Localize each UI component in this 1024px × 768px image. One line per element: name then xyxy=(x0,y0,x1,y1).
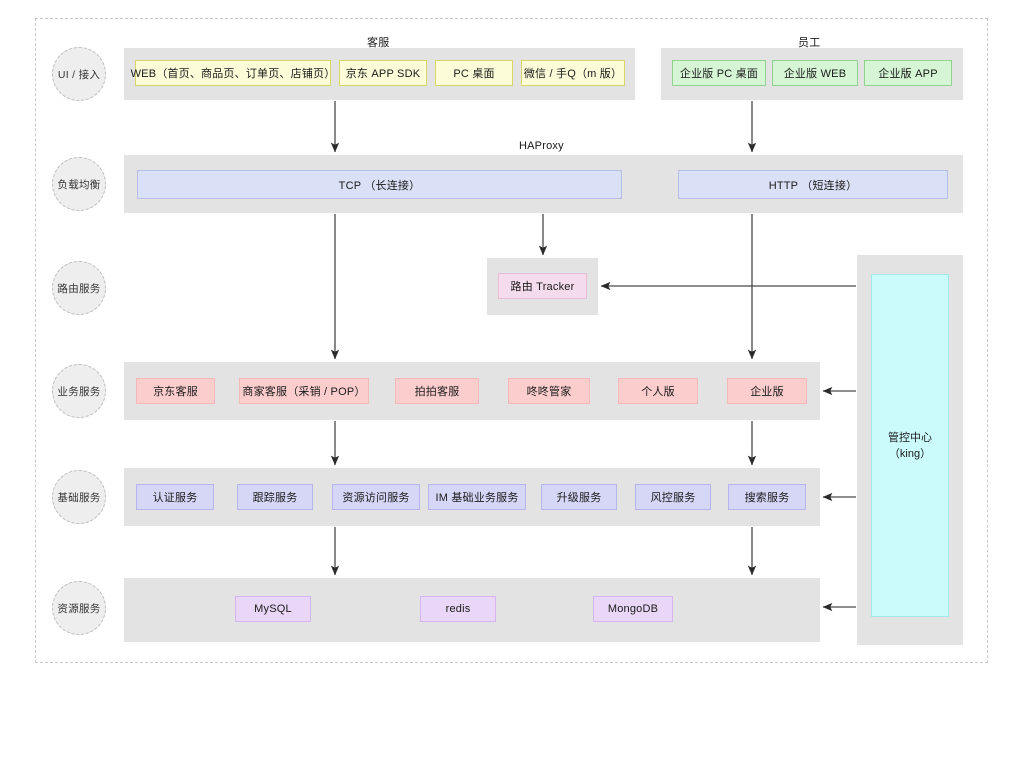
ui-node-enterprise-web[interactable]: 企业版 WEB xyxy=(772,60,858,86)
business-node-paipai-service[interactable]: 拍拍客服 xyxy=(395,378,479,404)
haproxy-label: HAProxy xyxy=(519,140,564,152)
layer-label-lb: 负载均衡 xyxy=(57,178,101,191)
resource-node-mysql[interactable]: MySQL xyxy=(235,596,311,622)
layer-circle-ui: UI / 接入 xyxy=(52,47,106,101)
layer-circle-lb: 负载均衡 xyxy=(52,157,106,211)
layer-circle-business: 业务服务 xyxy=(52,364,106,418)
basic-node-im-basic-service[interactable]: IM 基础业务服务 xyxy=(428,484,526,510)
basic-node-auth-service[interactable]: 认证服务 xyxy=(136,484,214,510)
ui-node-enterprise-app[interactable]: 企业版 APP xyxy=(864,60,952,86)
lb-node-tcp[interactable]: TCP （长连接） xyxy=(137,170,622,199)
management-center-line2: （king） xyxy=(888,447,932,460)
business-node-dongdong-manager[interactable]: 咚咚管家 xyxy=(508,378,590,404)
route-node-tracker[interactable]: 路由 Tracker xyxy=(498,273,587,299)
lb-node-http[interactable]: HTTP （短连接） xyxy=(678,170,948,199)
basic-node-resource-access[interactable]: 资源访问服务 xyxy=(332,484,420,510)
management-center-box[interactable]: 管控中心 （king） xyxy=(871,274,949,617)
layer-label-basic: 基础服务 xyxy=(57,491,101,504)
ui-node-web[interactable]: WEB（首页、商品页、订单页、店铺页） xyxy=(131,60,335,86)
business-node-merchant-service[interactable]: 商家客服（采销 / POP） xyxy=(239,378,369,404)
resource-node-mongodb[interactable]: MongoDB xyxy=(593,596,673,622)
layer-circle-basic: 基础服务 xyxy=(52,470,106,524)
ui-node-wechat-mqq[interactable]: 微信 / 手Q（m 版） xyxy=(521,60,625,86)
architecture-diagram: UI / 接入 负载均衡 路由服务 业务服务 基础服务 资源服务 客服 员工 W… xyxy=(0,0,1024,768)
business-node-enterprise-edition[interactable]: 企业版 xyxy=(727,378,807,404)
layer-label-ui: UI / 接入 xyxy=(57,68,101,81)
layer-label-business: 业务服务 xyxy=(57,385,101,398)
diagram-outer-frame xyxy=(35,18,988,663)
basic-node-upgrade-service[interactable]: 升级服务 xyxy=(541,484,617,510)
business-node-jd-service[interactable]: 京东客服 xyxy=(136,378,215,404)
ui-node-enterprise-pc-desktop[interactable]: 企业版 PC 桌面 xyxy=(672,60,766,86)
basic-node-search-service[interactable]: 搜索服务 xyxy=(728,484,806,510)
ui-node-pc-desktop[interactable]: PC 桌面 xyxy=(435,60,513,86)
resource-node-redis[interactable]: redis xyxy=(420,596,496,622)
layer-circle-resource: 资源服务 xyxy=(52,581,106,635)
business-node-personal-edition[interactable]: 个人版 xyxy=(618,378,698,404)
layer-circle-route: 路由服务 xyxy=(52,261,106,315)
basic-node-riskcontrol-service[interactable]: 风控服务 xyxy=(635,484,711,510)
layer-label-route: 路由服务 xyxy=(57,282,101,295)
basic-node-tracking-service[interactable]: 跟踪服务 xyxy=(237,484,313,510)
ui-node-jd-app-sdk[interactable]: 京东 APP SDK xyxy=(339,60,427,86)
management-center-line1: 管控中心 xyxy=(888,431,932,444)
layer-label-resource: 资源服务 xyxy=(57,602,101,615)
